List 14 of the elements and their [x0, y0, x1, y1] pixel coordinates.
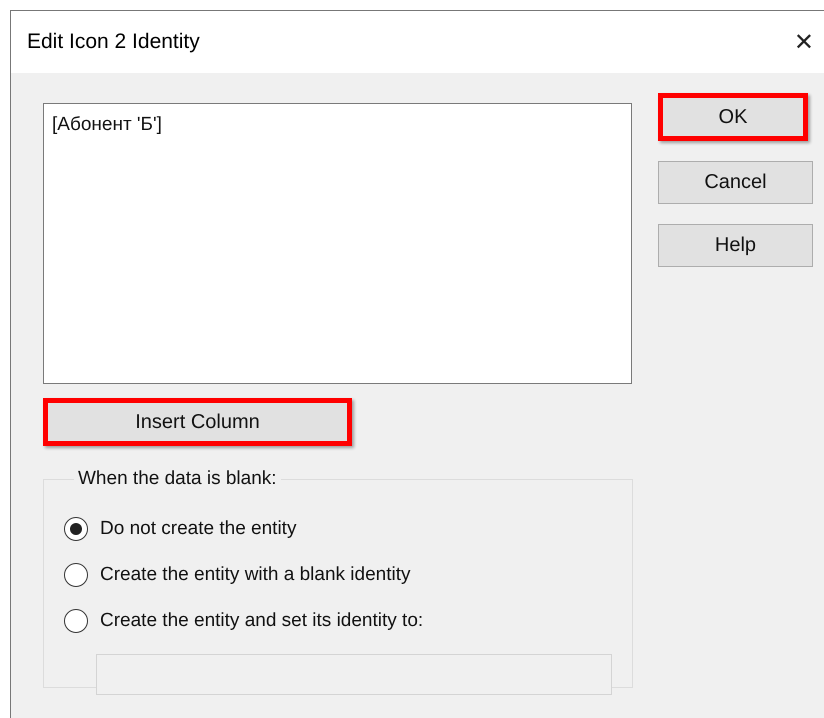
identity-text-area[interactable]: [Абонент 'Б']: [43, 103, 632, 384]
dialog-button[interactable]: OK: [658, 93, 808, 141]
radio-button[interactable]: [64, 563, 88, 587]
radio-label: Create the entity with a blank identity: [100, 564, 411, 586]
radio-label: Do not create the entity: [100, 518, 296, 540]
radio-label: Create the entity and set its identity to:: [100, 610, 424, 632]
group-title: When the data is blank:: [77, 468, 278, 490]
insert-column-button[interactable]: Insert Column: [43, 398, 352, 446]
radio-button[interactable]: [64, 517, 88, 541]
close-button[interactable]: ✕: [790, 28, 818, 56]
window-title: Edit Icon 2 Identity: [27, 30, 200, 54]
dialog-button[interactable]: Cancel: [658, 161, 813, 204]
radio-button[interactable]: [64, 609, 88, 633]
dialog-button[interactable]: Help: [658, 224, 813, 267]
